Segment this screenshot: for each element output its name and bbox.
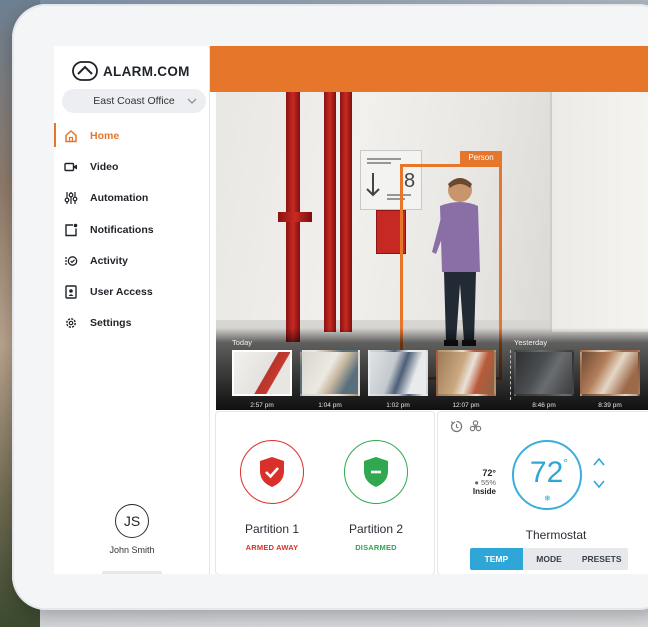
timeline-thumbnail[interactable] xyxy=(580,350,640,396)
timeline-thumbnail[interactable] xyxy=(300,350,360,396)
shield-armed-icon xyxy=(260,457,284,487)
tablet-frame: ALARM.COM East Coast Office Home Video A… xyxy=(12,4,648,610)
sidebar-item-notifications[interactable]: Notifications xyxy=(54,214,210,245)
sidebar-item-label: Notifications xyxy=(90,223,154,236)
automation-sliders-icon xyxy=(64,192,78,205)
sidebar-item-label: Automation xyxy=(90,192,149,205)
timeline-time: 2:57 pm xyxy=(250,402,274,409)
notification-bell-icon xyxy=(65,223,78,236)
inside-readings: 72° ● 55% Inside xyxy=(462,468,496,496)
humidity-drop-icon: ● xyxy=(474,478,479,487)
site-selector-value: East Coast Office xyxy=(93,95,175,107)
sidebar-item-label: Activity xyxy=(90,254,128,267)
sidebar-item-home[interactable]: Home xyxy=(54,120,210,151)
timeline-thumbnail[interactable] xyxy=(368,350,428,396)
thermostat-title: Thermostat xyxy=(525,528,587,542)
inside-label: Inside xyxy=(472,487,496,496)
shield-disarmed-icon xyxy=(364,457,388,487)
partition-1-name: Partition 1 xyxy=(244,522,300,536)
thermostat-dial[interactable]: 72° ❄ xyxy=(512,440,582,510)
cooling-snowflake-icon: ❄ xyxy=(544,494,551,503)
user-menu-handle xyxy=(102,571,162,574)
red-pipe xyxy=(340,92,352,332)
inside-humidity-row: ● 55% xyxy=(462,478,496,487)
sidebar-item-settings[interactable]: Settings xyxy=(54,308,210,339)
sidebar-item-automation[interactable]: Automation xyxy=(54,183,210,214)
camera-door xyxy=(550,92,648,332)
gear-icon xyxy=(66,318,76,329)
brand-logo[interactable]: ALARM.COM xyxy=(72,60,190,82)
partition-1-status-button[interactable] xyxy=(240,440,304,504)
sidebar-item-label: Video xyxy=(90,160,119,173)
user-profile[interactable]: JS John Smith xyxy=(54,504,210,574)
site-selector[interactable]: East Coast Office xyxy=(62,89,206,113)
timeline-time: 1:04 pm xyxy=(318,402,342,409)
app-screen: ALARM.COM East Coast Office Home Video A… xyxy=(54,46,648,574)
sidebar-item-label: Home xyxy=(90,129,120,142)
tab-temp[interactable]: TEMP xyxy=(470,548,523,570)
sidebar: ALARM.COM East Coast Office Home Video A… xyxy=(54,46,210,574)
timeline-day-separator xyxy=(510,350,511,400)
security-card: Partition 1 Partition 2 ARMED AWAY DISAR… xyxy=(216,412,434,574)
inside-temperature: 72° xyxy=(482,468,496,478)
timeline-thumbnail[interactable] xyxy=(436,350,496,396)
alarm-logo-icon xyxy=(72,61,98,81)
sidebar-item-video[interactable]: Video xyxy=(54,151,210,182)
chevron-down-icon xyxy=(187,98,197,104)
fan-icon[interactable] xyxy=(469,420,482,433)
sidebar-item-label: User Access xyxy=(90,286,153,299)
sidebar-item-activity[interactable]: Activity xyxy=(54,245,210,276)
home-icon xyxy=(65,129,77,142)
partition-2-name: Partition 2 xyxy=(348,522,404,536)
red-pipe-valve xyxy=(278,212,312,222)
setpoint-degree: ° xyxy=(563,456,569,470)
sidebar-item-user-access[interactable]: User Access xyxy=(54,276,210,307)
sidebar-item-label: Settings xyxy=(90,317,132,330)
partition-2-status: DISARMED xyxy=(355,543,397,552)
tab-mode[interactable]: MODE xyxy=(523,548,576,570)
timeline-time: 1:02 pm xyxy=(386,402,410,409)
tab-presets[interactable]: PRESETS xyxy=(575,548,628,570)
timeline-yesterday-label: Yesterday xyxy=(514,338,548,347)
setpoint-down-button[interactable] xyxy=(592,478,606,490)
user-badge-icon xyxy=(65,285,77,299)
timeline-today-label: Today xyxy=(232,338,253,347)
setpoint-up-button[interactable] xyxy=(592,456,606,468)
timeline-time: 8:46 pm xyxy=(532,402,556,409)
top-bar xyxy=(210,46,648,92)
thermostat-tabs: TEMP MODE PRESETS xyxy=(470,548,628,570)
partition-1-status: ARMED AWAY xyxy=(245,543,299,552)
video-camera-icon xyxy=(64,162,77,172)
schedule-clock-icon[interactable] xyxy=(450,420,463,433)
red-pipe xyxy=(324,92,336,332)
inside-humidity: 55% xyxy=(480,478,496,487)
timeline-thumbnail[interactable] xyxy=(514,350,574,396)
detection-label: Person xyxy=(460,151,502,165)
partition-2-status-button[interactable] xyxy=(344,440,408,504)
setpoint-value: 72 xyxy=(529,456,564,489)
thermostat-toolbar xyxy=(450,420,482,433)
setpoint-display: 72° xyxy=(514,456,584,490)
avatar: JS xyxy=(115,504,149,538)
activity-list-icon xyxy=(65,255,78,266)
thermostat-card: 72° ● 55% Inside 72° ❄ Thermostat TEMP M… xyxy=(438,412,648,574)
timeline-time: 12:07 pm xyxy=(452,402,480,409)
timeline-thumbnail[interactable] xyxy=(232,350,292,396)
camera-feed[interactable]: 8 Person Today Yesterday 2:57 pm 1:04 pm… xyxy=(216,92,648,410)
brand-name: ALARM.COM xyxy=(103,63,190,79)
user-name: John Smith xyxy=(109,545,155,555)
timeline-time: 8:39 pm xyxy=(598,402,622,409)
sidebar-nav: Home Video Automation Notifications Acti… xyxy=(54,120,210,339)
